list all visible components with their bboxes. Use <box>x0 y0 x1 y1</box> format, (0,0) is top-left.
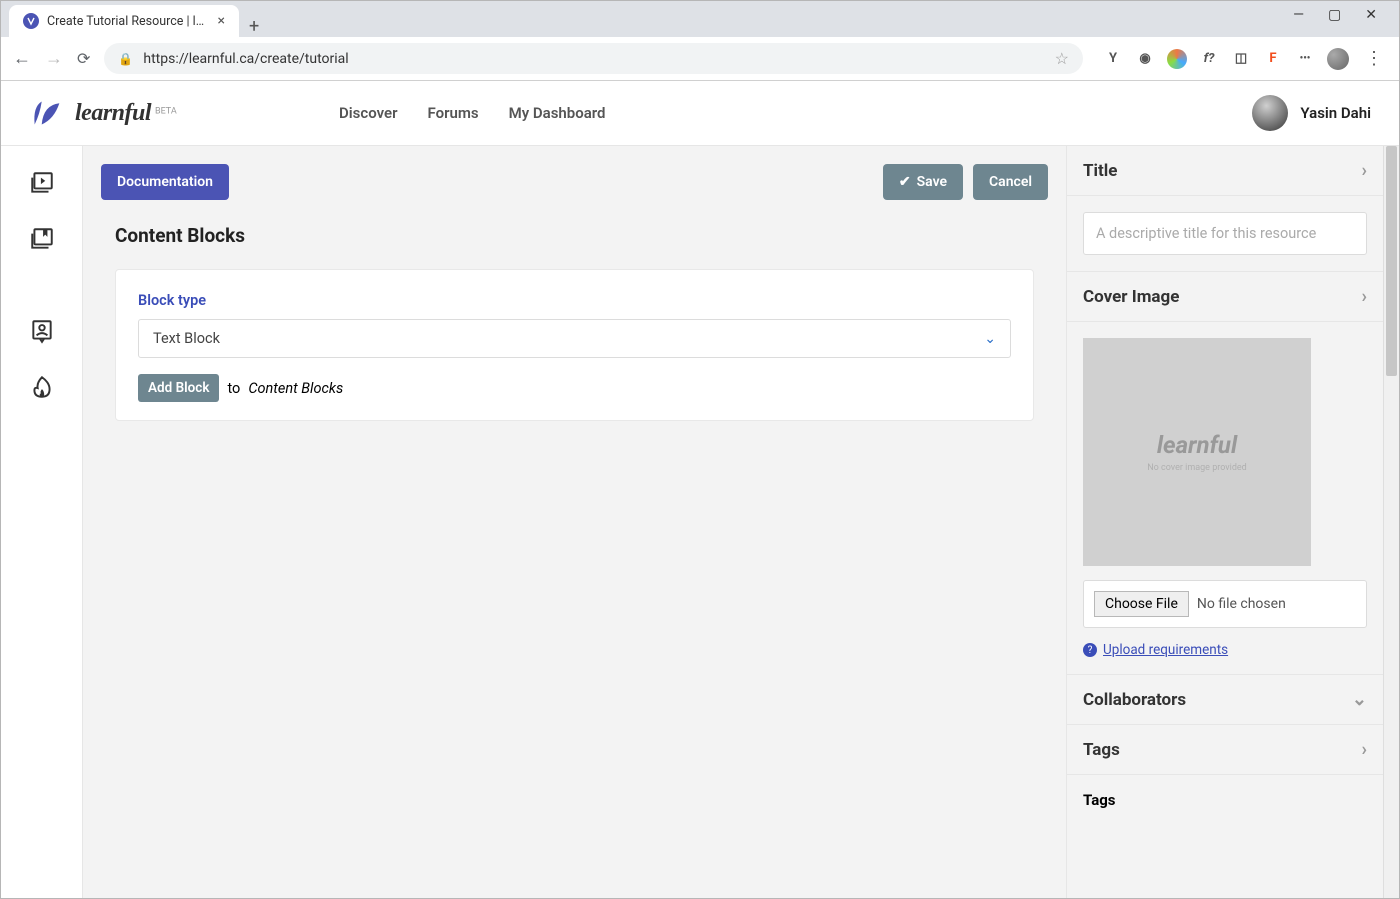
file-input-row: Choose File No file chosen <box>1083 580 1367 628</box>
profile-avatar-icon[interactable] <box>1327 48 1349 70</box>
new-tab-button[interactable]: + <box>239 10 269 37</box>
bookmark-star-icon[interactable]: ☆ <box>1055 49 1069 68</box>
url-field[interactable]: 🔒 https://learnful.ca/create/tutorial ☆ <box>104 43 1083 74</box>
user-menu[interactable]: Yasin Dahi <box>1252 95 1371 131</box>
rail-spacer <box>29 282 55 288</box>
cancel-button[interactable]: Cancel <box>973 164 1048 200</box>
add-block-button[interactable]: Add Block <box>138 374 219 402</box>
nav-dashboard[interactable]: My Dashboard <box>509 104 606 122</box>
side-rail <box>1 146 83 898</box>
panel-tags-body: Tags <box>1067 775 1383 813</box>
cover-placeholder-brand: learnful <box>1157 431 1237 459</box>
scrollbar[interactable] <box>1383 146 1399 898</box>
panel-collaborators-label: Collaborators <box>1083 690 1186 710</box>
address-bar: ← → ⟳ 🔒 https://learnful.ca/create/tutor… <box>1 37 1399 81</box>
chevron-right-icon: › <box>1362 160 1367 181</box>
content-blocks-section: Content Blocks Block type Text Block ⌄ A… <box>83 218 1066 445</box>
chevron-down-icon: ⌄ <box>984 331 996 347</box>
ext-figma-icon[interactable]: F <box>1263 49 1283 69</box>
panel-title-label: Title <box>1083 161 1117 181</box>
ext-misc-icon[interactable]: ••• <box>1295 49 1315 69</box>
panel-cover-head[interactable]: Cover Image › <box>1067 272 1383 322</box>
panel-cover-body: learnful No cover image provided Choose … <box>1067 322 1383 675</box>
brand-name: learnful BETA <box>75 100 177 127</box>
ext-font-icon[interactable]: f? <box>1199 49 1219 69</box>
add-block-to-text: to <box>227 380 240 397</box>
window-minimize-icon[interactable]: — <box>1293 7 1304 23</box>
reload-button[interactable]: ⟳ <box>77 49 90 68</box>
cover-placeholder-note: No cover image provided <box>1147 463 1247 473</box>
ext-color-icon[interactable] <box>1167 49 1187 69</box>
block-type-select[interactable]: Text Block ⌄ <box>138 319 1011 358</box>
panel-title-body <box>1067 196 1383 272</box>
properties-panel: Title › Cover Image › learnful N <box>1066 146 1383 898</box>
app-root: learnful BETA Discover Forums My Dashboa… <box>1 81 1399 898</box>
ext-camera-icon[interactable]: ◉ <box>1135 49 1155 69</box>
panel-tags-head[interactable]: Tags › <box>1067 725 1383 775</box>
browser-menu-icon[interactable]: ⋮ <box>1361 48 1387 69</box>
block-type-value: Text Block <box>153 330 220 347</box>
lock-icon: 🔒 <box>118 52 133 66</box>
main-nav: Discover Forums My Dashboard <box>339 104 605 122</box>
rail-trending-icon[interactable] <box>29 374 55 400</box>
section-title: Content Blocks <box>115 224 1034 247</box>
main-column: Documentation ✔ Save Cancel Content Bloc… <box>83 146 1066 898</box>
cover-placeholder: learnful No cover image provided <box>1083 338 1311 566</box>
window-controls: — ▢ ✕ <box>1293 0 1393 23</box>
title-input[interactable] <box>1083 212 1367 255</box>
add-block-row: Add Block to Content Blocks <box>138 374 1011 402</box>
block-type-label: Block type <box>138 292 1011 309</box>
editor-toolbar: Documentation ✔ Save Cancel <box>83 146 1066 218</box>
panel-title-head[interactable]: Title › <box>1067 146 1383 196</box>
brand-logo-icon <box>29 98 65 128</box>
check-icon: ✔ <box>899 174 911 190</box>
rail-profile-icon[interactable] <box>29 318 55 344</box>
ext-crop-icon[interactable]: ◫ <box>1231 49 1251 69</box>
user-avatar-icon <box>1252 95 1288 131</box>
rail-media-icon[interactable] <box>29 170 55 196</box>
tab-favicon-icon <box>23 13 39 29</box>
browser-chrome: Create Tutorial Resource | learnfu... × … <box>1 1 1399 81</box>
file-status: No file chosen <box>1197 596 1286 612</box>
tab-bar: Create Tutorial Resource | learnfu... × … <box>1 1 1399 37</box>
ext-yandex-icon[interactable]: Y <box>1103 49 1123 69</box>
forward-button: → <box>45 48 63 69</box>
upload-requirements-text: Upload requirements <box>1103 642 1228 658</box>
block-card: Block type Text Block ⌄ Add Block to Con… <box>115 269 1034 421</box>
add-block-target: Content Blocks <box>248 380 343 397</box>
app-header: learnful BETA Discover Forums My Dashboa… <box>1 81 1399 146</box>
user-name: Yasin Dahi <box>1300 104 1371 122</box>
window-close-icon[interactable]: ✕ <box>1365 7 1377 23</box>
nav-discover[interactable]: Discover <box>339 104 397 122</box>
nav-forums[interactable]: Forums <box>427 104 478 122</box>
back-button[interactable]: ← <box>13 48 31 69</box>
chevron-down-icon: ⌄ <box>1352 689 1367 710</box>
panel-tags-label: Tags <box>1083 740 1120 760</box>
chevron-right-icon: › <box>1362 286 1367 307</box>
browser-tab[interactable]: Create Tutorial Resource | learnfu... × <box>9 5 239 37</box>
url-text: https://learnful.ca/create/tutorial <box>143 51 1044 67</box>
tags-sublabel: Tags <box>1083 791 1367 809</box>
panel-collaborators-head[interactable]: Collaborators ⌄ <box>1067 675 1383 725</box>
chevron-right-icon: › <box>1362 739 1367 760</box>
scrollbar-thumb[interactable] <box>1386 146 1397 376</box>
choose-file-button[interactable]: Choose File <box>1094 591 1189 617</box>
tab-close-icon[interactable]: × <box>218 13 225 29</box>
upload-requirements-link[interactable]: ? Upload requirements <box>1083 642 1228 658</box>
tab-title: Create Tutorial Resource | learnfu... <box>47 14 210 29</box>
help-icon: ? <box>1083 643 1097 657</box>
brand[interactable]: learnful BETA <box>29 98 339 128</box>
window-maximize-icon[interactable]: ▢ <box>1328 7 1341 23</box>
extensions-area: Y ◉ f? ◫ F ••• ⋮ <box>1097 48 1387 70</box>
rail-bookmark-icon[interactable] <box>29 226 55 252</box>
save-button[interactable]: ✔ Save <box>883 164 963 200</box>
panel-cover-label: Cover Image <box>1083 287 1179 307</box>
save-button-label: Save <box>917 174 947 190</box>
documentation-button[interactable]: Documentation <box>101 164 229 200</box>
